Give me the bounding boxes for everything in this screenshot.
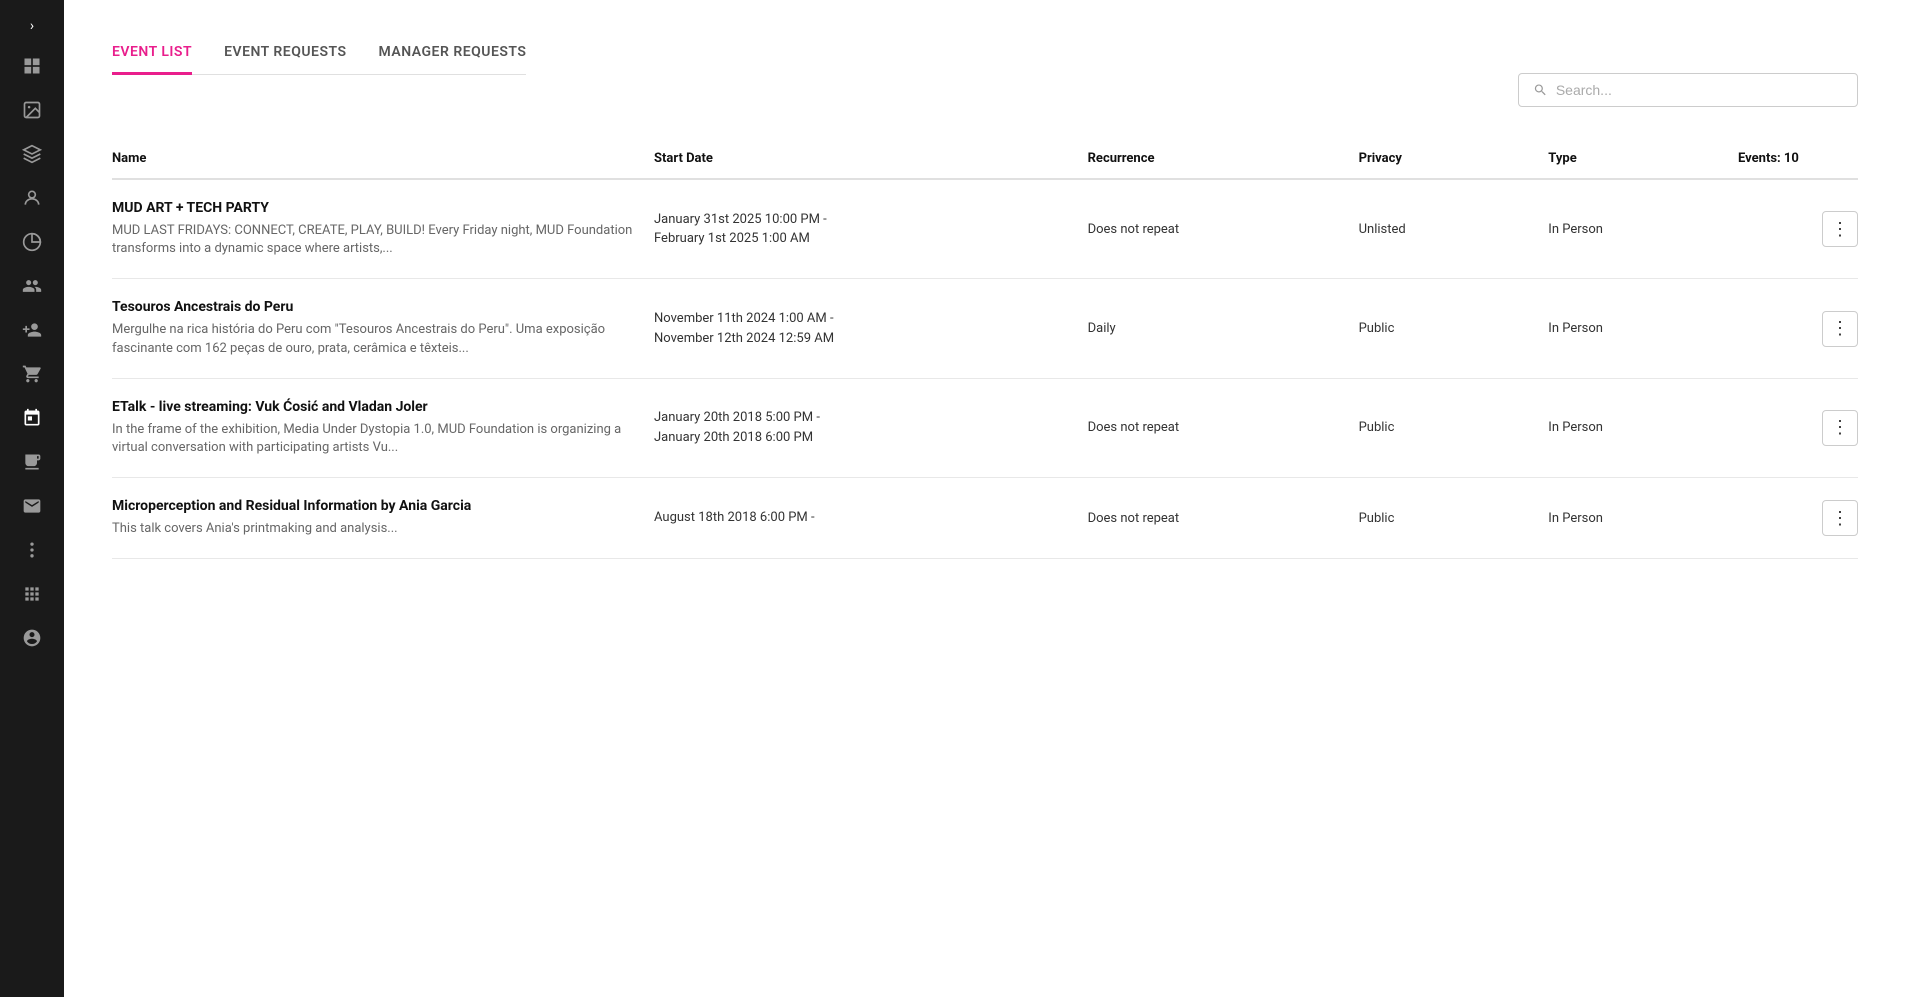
event-type-0: In Person [1548,222,1738,237]
event-name-1: Tesouros Ancestrais do Peru [112,299,654,315]
search-input[interactable] [1556,82,1843,98]
event-menu-button-0[interactable]: ⋮ [1822,211,1858,247]
event-privacy-1: Public [1359,321,1549,336]
sidebar-item-events[interactable] [12,398,52,438]
sidebar-item-news[interactable] [12,442,52,482]
event-menu-button-1[interactable]: ⋮ [1822,311,1858,347]
sidebar-item-person-add[interactable] [12,310,52,350]
event-type-1: In Person [1548,321,1738,336]
event-type-3: In Person [1548,511,1738,526]
event-date-1: November 11th 2024 1:00 AM -November 12t… [654,309,1088,348]
search-icon [1533,82,1548,98]
sidebar-item-apps[interactable] [12,574,52,614]
event-actions-1: ⋮ [1738,311,1858,347]
tabs-container: EVENT LIST EVENT REQUESTS MANAGER REQUES… [112,32,526,75]
search-bar [1518,73,1858,107]
col-recurrence: Recurrence [1088,151,1359,166]
event-info-3: Microperception and Residual Information… [112,498,654,538]
event-name-2: ETalk - live streaming: Vuk Ćosić and Vl… [112,399,654,415]
tab-event-requests[interactable]: EVENT REQUESTS [224,32,346,75]
event-recurrence-0: Does not repeat [1088,222,1359,237]
sidebar-item-account[interactable] [12,618,52,658]
event-actions-3: ⋮ [1738,500,1858,536]
event-desc-2: In the frame of the exhibition, Media Un… [112,421,654,457]
event-privacy-3: Public [1359,511,1549,526]
col-type: Type [1548,151,1738,166]
sidebar-item-contacts[interactable] [12,266,52,306]
tab-event-list[interactable]: EVENT LIST [112,32,192,75]
event-date-3: August 18th 2018 6:00 PM - [654,508,1088,528]
col-events-count: Events: 10 [1738,151,1858,166]
event-menu-button-3[interactable]: ⋮ [1822,500,1858,536]
table-body: MUD ART + TECH PARTY MUD LAST FRIDAYS: C… [112,180,1858,559]
event-info-1: Tesouros Ancestrais do Peru Mergulhe na … [112,299,654,357]
sidebar-toggle[interactable]: › [0,8,64,44]
event-recurrence-1: Daily [1088,321,1359,336]
col-name: Name [112,151,654,166]
sidebar-item-shop[interactable] [12,354,52,394]
table-row: Tesouros Ancestrais do Peru Mergulhe na … [112,279,1858,378]
sidebar-item-users-group[interactable] [12,178,52,218]
sidebar-item-more[interactable] [12,530,52,570]
event-privacy-2: Public [1359,420,1549,435]
sidebar-item-mail[interactable] [12,486,52,526]
event-privacy-0: Unlisted [1359,222,1549,237]
event-date-2: January 20th 2018 5:00 PM -January 20th … [654,408,1088,447]
event-desc-0: MUD LAST FRIDAYS: CONNECT, CREATE, PLAY,… [112,222,654,258]
sidebar-item-dashboard[interactable] [12,46,52,86]
event-actions-2: ⋮ [1738,410,1858,446]
event-recurrence-3: Does not repeat [1088,511,1359,526]
tabs-row: EVENT LIST EVENT REQUESTS MANAGER REQUES… [112,32,1858,107]
event-name-0: MUD ART + TECH PARTY [112,200,654,216]
col-start-date: Start Date [654,151,1088,166]
main-content: EVENT LIST EVENT REQUESTS MANAGER REQUES… [64,0,1906,997]
sidebar-item-gallery[interactable] [12,90,52,130]
event-desc-3: This talk covers Ania's printmaking and … [112,520,654,538]
event-info-0: MUD ART + TECH PARTY MUD LAST FRIDAYS: C… [112,200,654,258]
col-privacy: Privacy [1359,151,1549,166]
event-actions-0: ⋮ [1738,211,1858,247]
table-header: Name Start Date Recurrence Privacy Type … [112,139,1858,180]
event-menu-button-2[interactable]: ⋮ [1822,410,1858,446]
table-row: MUD ART + TECH PARTY MUD LAST FRIDAYS: C… [112,180,1858,279]
event-date-0: January 31st 2025 10:00 PM -February 1st… [654,210,1088,249]
event-recurrence-2: Does not repeat [1088,420,1359,435]
event-name-3: Microperception and Residual Information… [112,498,654,514]
sidebar-item-chart[interactable] [12,222,52,262]
tab-manager-requests[interactable]: MANAGER REQUESTS [379,32,527,75]
table-row: ETalk - live streaming: Vuk Ćosić and Vl… [112,379,1858,478]
sidebar: › [0,0,64,997]
event-type-2: In Person [1548,420,1738,435]
event-desc-1: Mergulhe na rica história do Peru com "T… [112,321,654,357]
table-row: Microperception and Residual Information… [112,478,1858,559]
event-info-2: ETalk - live streaming: Vuk Ćosić and Vl… [112,399,654,457]
sidebar-item-layers[interactable] [12,134,52,174]
